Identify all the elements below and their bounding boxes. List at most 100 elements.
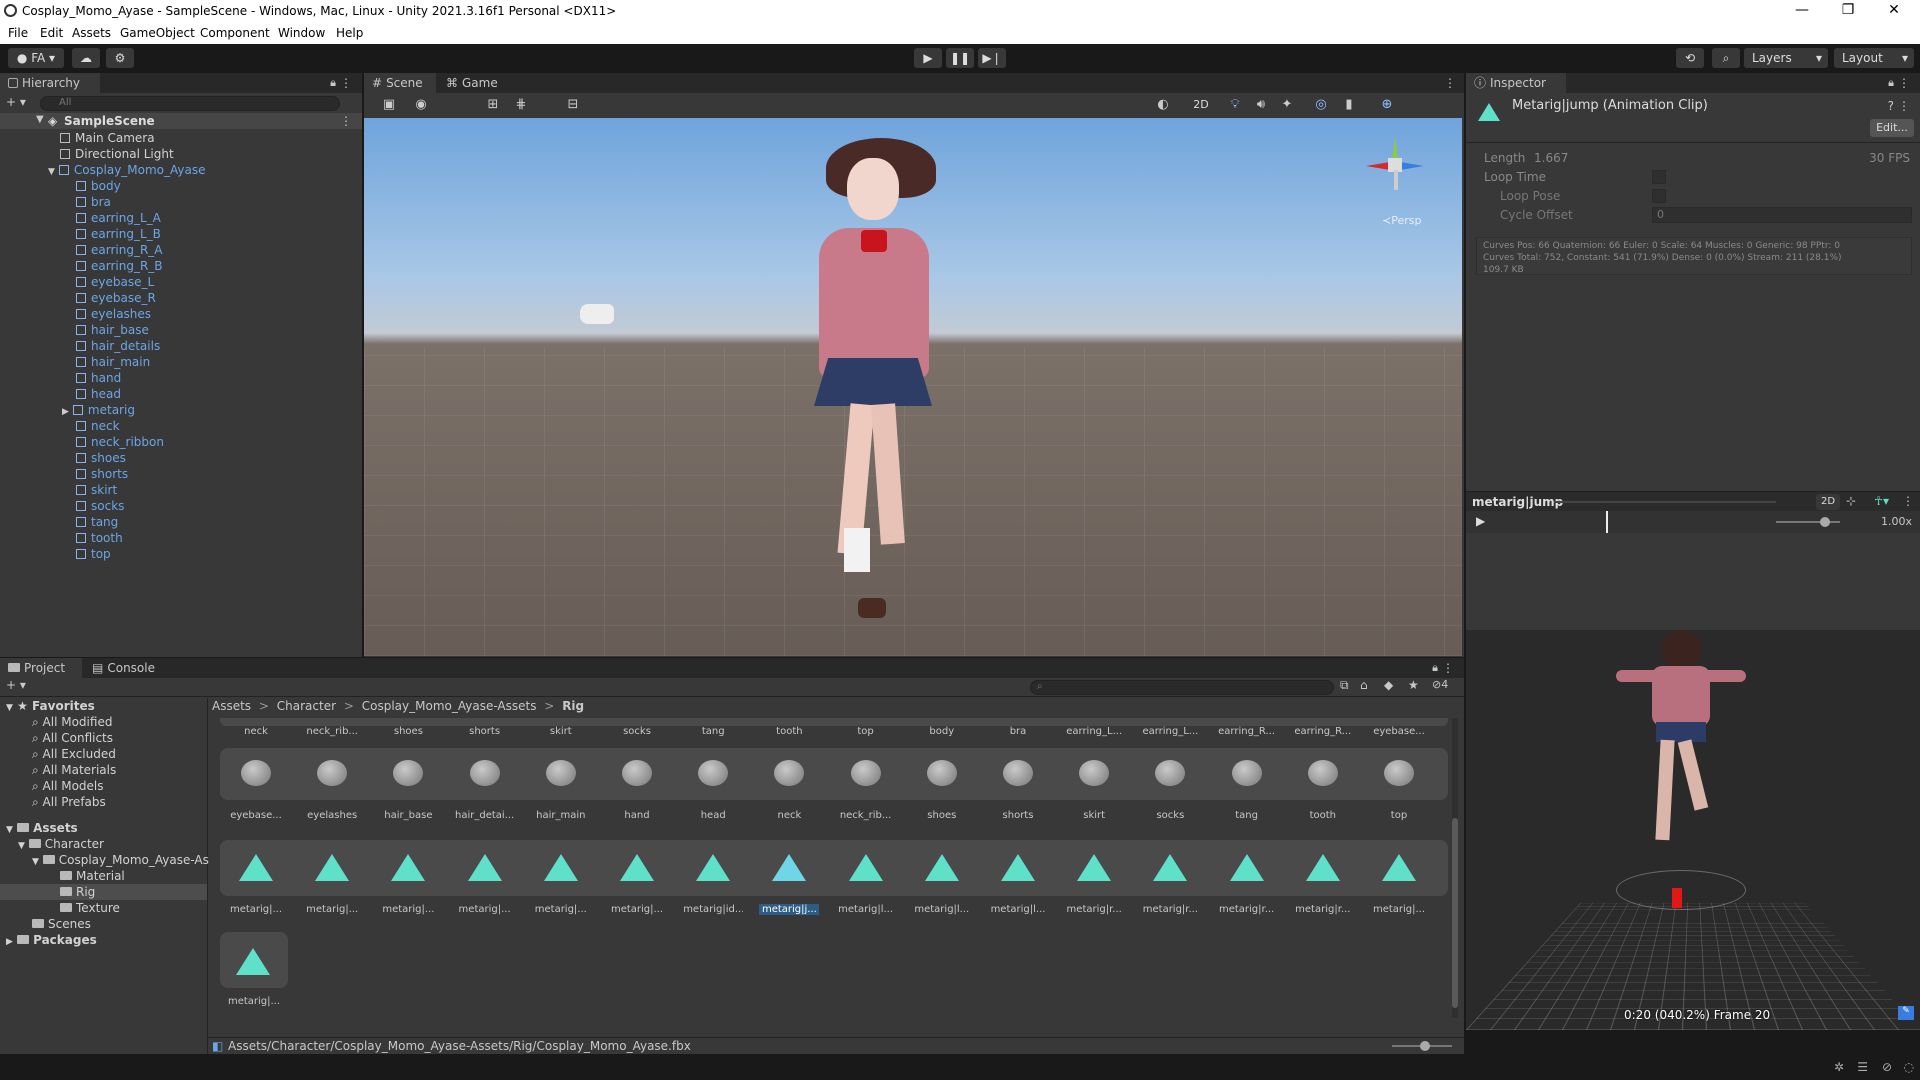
collab-icon[interactable]: ⚙ [106,48,134,68]
minimize-button[interactable]: — [1782,2,1822,18]
panel-menu-icon[interactable]: ⋮ [1442,661,1454,675]
assets-header[interactable]: ▼ Assets [6,820,78,836]
menu-gameobject[interactable]: GameObject [120,26,195,40]
asset-label[interactable]: hair_main [531,810,591,821]
close-button[interactable]: ✕ [1874,2,1914,18]
asset-label[interactable]: skirt [1064,810,1124,821]
asset-label[interactable]: neck_rib... [836,810,896,821]
mesh-icon[interactable] [1079,760,1110,786]
asset-label[interactable]: socks [1140,810,1200,821]
edit-button[interactable]: Edit... [1870,119,1914,137]
menu-file[interactable]: File [8,26,28,40]
layers-dropdown[interactable]: Layers ▾ [1744,48,1828,68]
asset-label[interactable]: metarig|... [378,904,438,915]
mesh-icon[interactable] [1231,760,1262,786]
hierarchy-item[interactable]: hair_base [76,322,149,338]
asset-label[interactable]: head [683,810,743,821]
asset-label[interactable]: eyebase... [226,810,286,821]
breadcrumb-item[interactable]: Cosplay_Momo_Ayase-Assets [362,699,537,713]
progress-icon[interactable]: ☰ [1857,1060,1868,1074]
hierarchy-item[interactable]: top [76,546,111,562]
asset-label[interactable]: eyelashes [302,810,362,821]
camera-gizmo-icon[interactable] [580,304,614,324]
asset-label[interactable]: earring_L... [1140,726,1200,737]
asset-label[interactable]: hair_detai... [455,810,515,821]
increment-snap-icon[interactable]: ⊟ [562,96,584,114]
favorite-icon[interactable]: ★ [1408,678,1419,692]
tree-folder-selected[interactable]: Rig [60,884,95,900]
asset-label[interactable]: shorts [988,810,1048,821]
tab-console[interactable]: ▤ Console [88,658,168,678]
selected-folder-row[interactable] [0,884,207,900]
tab-project[interactable]: Project [0,658,82,678]
asset-label[interactable]: metarig|... [226,904,286,915]
mesh-icon[interactable] [622,760,652,786]
mesh-icon[interactable] [393,760,424,786]
animation-clip-icon[interactable] [1382,854,1416,881]
asset-label[interactable]: hair_base [378,810,438,821]
asset-label[interactable]: socks [607,726,667,737]
mesh-icon[interactable] [1003,760,1033,786]
tree-folder[interactable]: Scenes [32,916,91,932]
animation-clip-icon[interactable] [315,854,350,881]
asset-label[interactable]: top [836,726,896,737]
zoom-slider-thumb[interactable] [1420,1041,1430,1051]
step-button[interactable]: ▶❘ [978,48,1006,68]
loop-time-checkbox[interactable] [1652,170,1666,184]
project-create-button[interactable]: + ▾ [6,678,36,694]
orientation-gizmo[interactable] [1366,136,1426,200]
search-icon[interactable]: ⌕ [1712,48,1740,68]
pivot-icon[interactable]: ⊹ [1846,494,1856,508]
tab-hierarchy[interactable]: Hierarchy [0,73,100,93]
hierarchy-item[interactable]: Main Camera [60,130,155,146]
asset-label[interactable]: metarig|j... [759,904,820,915]
hierarchy-item[interactable]: Directional Light [60,146,174,162]
animation-clip-icon[interactable] [1001,854,1035,881]
maximize-button[interactable]: ❐ [1828,2,1868,18]
audio-icon[interactable]: 🔊︎ [1250,96,1272,114]
hierarchy-search-input[interactable]: All [40,96,340,111]
favorite-item[interactable]: ⌕ All Materials [32,762,116,778]
breadcrumb-item[interactable]: Character [277,699,336,713]
animation-clip-icon[interactable] [391,854,426,881]
animation-clip-icon[interactable] [543,854,578,881]
asset-label[interactable]: metarig|... [531,904,591,915]
hidden-count[interactable]: ⊘4 [1432,678,1448,691]
lock-icon[interactable]: 🔒︎ [330,76,336,90]
asset-label[interactable]: tooth [759,726,819,737]
asset-label[interactable]: metarig|l... [988,904,1048,915]
hierarchy-item[interactable]: skirt [76,482,117,498]
shading-icon[interactable]: ◉ [410,96,432,114]
menu-edit[interactable]: Edit [40,26,63,40]
tab-game[interactable]: ⌘ Game [440,73,500,93]
hierarchy-item[interactable]: socks [76,498,124,514]
asset-label[interactable]: shoes [912,810,972,821]
lighting-icon[interactable]: 💡︎ [1224,96,1246,114]
create-button[interactable]: + ▾ [6,95,36,111]
scene-menu-icon[interactable]: ⋮ [1444,76,1456,90]
project-search-input[interactable]: ⌕ [1030,680,1334,695]
camera-icon[interactable]: ▮ [1338,96,1360,114]
favorite-item[interactable]: ⌕ All Excluded [32,746,116,762]
asset-label[interactable]: metarig|... [224,996,284,1007]
mesh-icon[interactable] [850,760,881,786]
pause-button[interactable]: ❚❚ [946,48,974,68]
asset-label[interactable]: bra [988,726,1048,737]
mesh-icon[interactable] [469,760,500,786]
hierarchy-item[interactable]: neck_ribbon [76,434,164,450]
scene-menu-icon[interactable]: ⋮ [340,114,352,128]
snap-icon[interactable]: ⊞ [482,96,504,114]
asset-label[interactable]: metarig|id... [683,904,743,915]
favorites-header[interactable]: ▼ ★ Favorites [6,698,95,714]
hierarchy-item[interactable]: tooth [76,530,123,546]
asset-label[interactable]: tang [1217,810,1277,821]
speed-slider-thumb[interactable] [1820,517,1830,527]
speed-slider[interactable] [1776,521,1840,523]
grid-snap-icon[interactable]: ⋕ [510,96,532,114]
asset-label[interactable]: tooth [1293,810,1353,821]
timeline-playhead[interactable] [1606,511,1608,533]
cache-icon[interactable]: ◌ [1904,1060,1914,1074]
hierarchy-item[interactable]: eyelashes [76,306,151,322]
menu-assets[interactable]: Assets [72,26,111,40]
asset-label[interactable]: metarig|l... [912,904,972,915]
